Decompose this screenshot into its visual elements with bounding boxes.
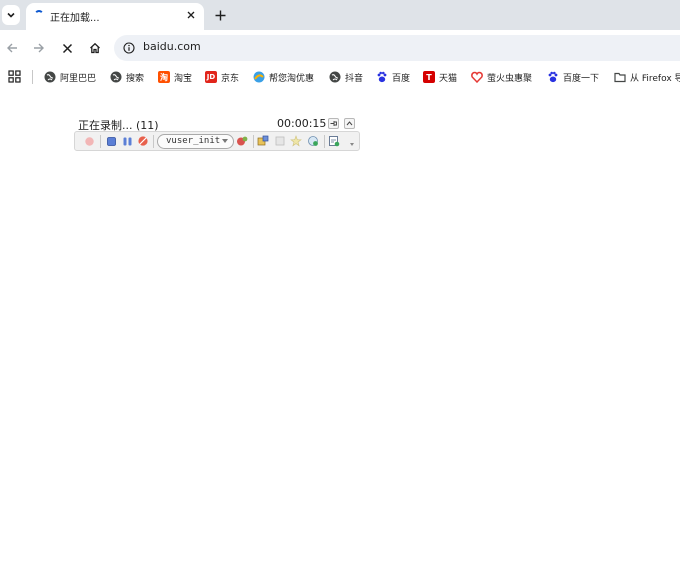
- address-bar[interactable]: baidu.com: [114, 35, 680, 61]
- new-tab-button[interactable]: [211, 6, 229, 24]
- action-dropdown[interactable]: vuser_init: [157, 134, 234, 149]
- end-transaction-icon: [275, 136, 285, 146]
- stop-loading-button[interactable]: [58, 39, 76, 57]
- apps-grid-icon[interactable]: [8, 70, 21, 83]
- dropdown-caret-icon: [222, 139, 228, 143]
- recorder-control-bar: vuser_init: [74, 131, 360, 151]
- home-icon: [90, 42, 100, 54]
- recording-timer: 00:00:15: [277, 117, 327, 130]
- forward-button[interactable]: [30, 39, 48, 57]
- globe-icon: [44, 71, 56, 83]
- bookmark-item[interactable]: 从 Firefox 导入: [614, 68, 680, 86]
- home-button[interactable]: [86, 39, 104, 57]
- bookmarks-divider: [32, 70, 33, 84]
- pause-button[interactable]: [121, 135, 133, 147]
- stop-button[interactable]: [105, 135, 117, 147]
- bookmark-item[interactable]: 百度一下: [547, 68, 599, 86]
- bookmark-item[interactable]: 萤火虫惠聚: [471, 68, 532, 86]
- transaction-icon: [257, 135, 269, 146]
- chevron-down-icon: [7, 12, 15, 18]
- bookmark-item[interactable]: JD 京东: [205, 68, 239, 86]
- rendezvous-icon: [290, 135, 302, 147]
- taobao-icon: 淘: [158, 71, 170, 83]
- bookmark-item[interactable]: 抖音: [329, 68, 363, 86]
- rendezvous-button[interactable]: [290, 135, 302, 147]
- toolbar-divider: [253, 135, 254, 148]
- firefly-icon: [471, 71, 483, 83]
- toolbar-divider: [153, 135, 154, 148]
- checkpoint-button[interactable]: [328, 135, 340, 147]
- bookmark-item[interactable]: 百度: [376, 68, 410, 86]
- jd-icon: JD: [205, 71, 217, 83]
- insert-function-icon: [237, 136, 248, 146]
- tab-search-button[interactable]: [2, 5, 20, 25]
- end-transaction-button[interactable]: [274, 135, 286, 147]
- back-button[interactable]: [3, 39, 21, 57]
- toolbar-divider: [100, 135, 101, 148]
- bookmark-item[interactable]: 搜索: [110, 68, 144, 86]
- record-icon: [84, 136, 94, 146]
- bookmarks-bar: 阿里巴巴 搜索 淘 淘宝 JD 京东 帮您淘优惠 抖音 百度 T 天猫 萤火虫惠…: [0, 66, 680, 88]
- comment-button[interactable]: [307, 135, 319, 147]
- bookmark-item[interactable]: 帮您淘优惠: [253, 68, 314, 86]
- close-icon: [62, 43, 72, 53]
- folder-icon: [614, 71, 626, 83]
- collapse-button[interactable]: [344, 118, 355, 129]
- site-info-icon[interactable]: [122, 41, 135, 54]
- pin-button[interactable]: [328, 118, 339, 129]
- globe-icon: [110, 71, 122, 83]
- tab-title: 正在加载...: [50, 13, 100, 24]
- pin-icon: [330, 121, 337, 126]
- pause-icon: [123, 137, 131, 145]
- comment-icon: [308, 136, 318, 146]
- arrow-left-icon: [7, 43, 17, 53]
- toolbar-overflow-icon[interactable]: [350, 143, 354, 146]
- cancel-recording-button[interactable]: [137, 135, 149, 147]
- chevron-up-icon: [346, 121, 353, 126]
- loading-spinner-icon: [34, 10, 44, 20]
- baidu-paw-icon: [376, 71, 388, 83]
- globe-icon: [329, 71, 341, 83]
- url-text[interactable]: baidu.com: [143, 40, 201, 53]
- transaction-button[interactable]: [257, 135, 269, 147]
- recording-toolbar: 正在录制... (11) 00:00:15 vuser_init: [74, 114, 360, 154]
- cancel-recording-icon: [138, 136, 148, 146]
- bookmark-item[interactable]: 阿里巴巴: [44, 68, 96, 86]
- action-dropdown-value: vuser_init: [166, 136, 221, 146]
- tab-strip: 正在加载...: [0, 0, 680, 30]
- insert-function-button[interactable]: [236, 135, 248, 147]
- toolbar-divider: [324, 135, 325, 148]
- browser-toolbar: baidu.com: [0, 30, 680, 66]
- active-tab[interactable]: 正在加载...: [26, 3, 204, 30]
- record-button[interactable]: [83, 135, 95, 147]
- stop-icon: [106, 136, 116, 146]
- arrow-right-icon: [34, 43, 44, 53]
- coupon-icon: [253, 71, 265, 83]
- bookmark-item[interactable]: T 天猫: [423, 68, 457, 86]
- checkpoint-icon: [329, 136, 340, 147]
- plus-icon: [215, 10, 225, 20]
- tmall-icon: T: [423, 71, 435, 83]
- tab-close-button[interactable]: [184, 8, 198, 22]
- bookmark-item[interactable]: 淘 淘宝: [158, 68, 192, 86]
- close-icon: [187, 11, 195, 19]
- baidu-paw-icon: [547, 71, 559, 83]
